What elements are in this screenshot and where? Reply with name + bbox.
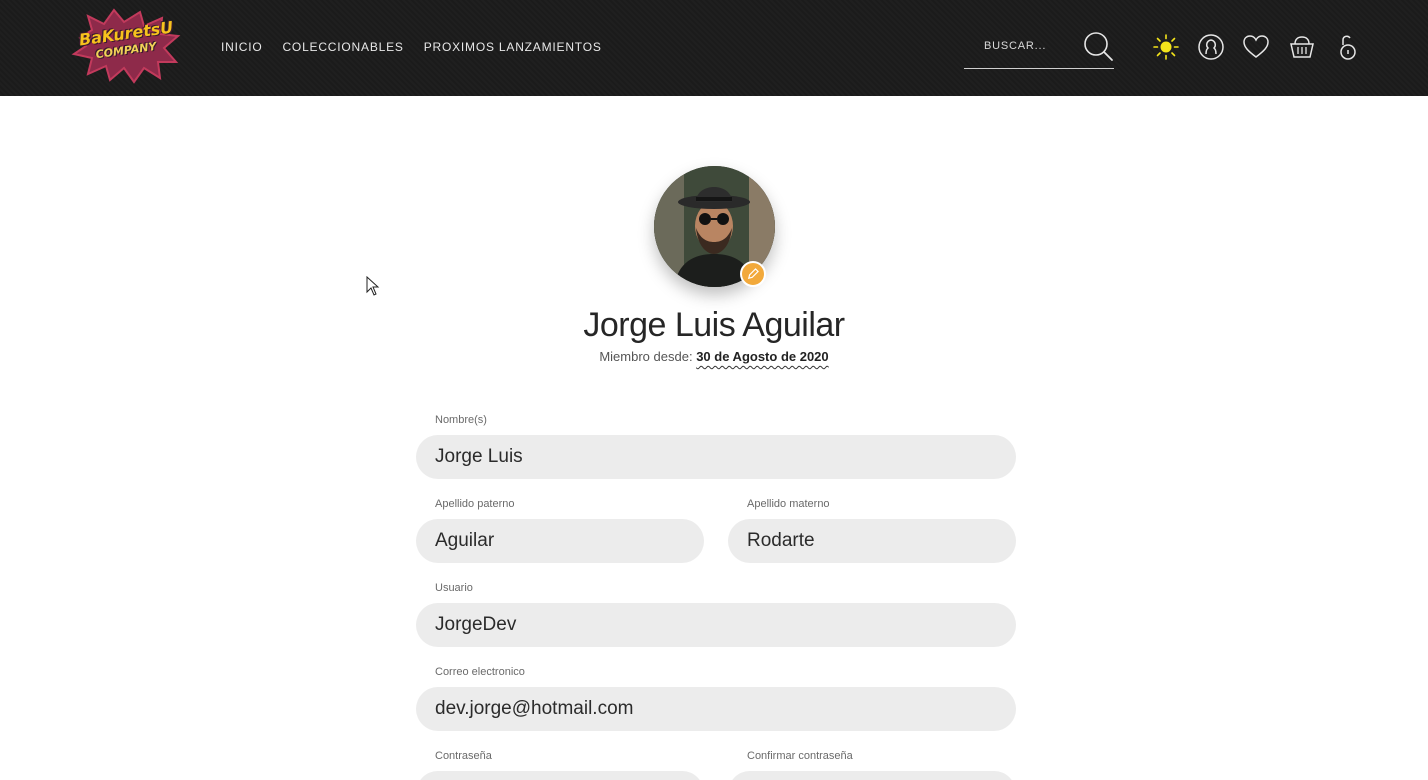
field-contrasena: Contraseña xyxy=(416,750,704,780)
search-input[interactable] xyxy=(984,36,1080,56)
nombre-label: Nombre(s) xyxy=(435,414,487,426)
nav-inicio[interactable]: INICIO xyxy=(221,40,262,54)
apellido-materno-input[interactable] xyxy=(728,519,1016,563)
brand-logo[interactable]: BaKuretsU COMPANY xyxy=(70,8,182,84)
apellido-paterno-input[interactable] xyxy=(416,519,704,563)
field-apellido-paterno: Apellido paterno xyxy=(416,498,704,563)
search-bar xyxy=(964,30,1114,69)
apellido-materno-label: Apellido materno xyxy=(747,498,830,510)
lock-icon[interactable] xyxy=(1334,33,1362,61)
user-icon[interactable] xyxy=(1197,33,1225,61)
top-navbar: BaKuretsU COMPANY INICIO COLECCIONABLES … xyxy=(0,0,1428,96)
field-nombre: Nombre(s) xyxy=(416,414,1016,479)
confirmar-contrasena-label: Confirmar contraseña xyxy=(747,750,853,762)
profile-name: Jorge Luis Aguilar xyxy=(583,306,845,344)
field-correo: Correo electronico xyxy=(416,666,1016,731)
usuario-input[interactable] xyxy=(416,603,1016,647)
nombre-input[interactable] xyxy=(416,435,1016,479)
pencil-icon xyxy=(747,268,759,280)
apellido-paterno-label: Apellido paterno xyxy=(435,498,515,510)
contrasena-label: Contraseña xyxy=(435,750,492,762)
profile-avatar xyxy=(654,166,775,287)
correo-input[interactable] xyxy=(416,687,1016,731)
heart-icon[interactable] xyxy=(1242,33,1270,61)
nav-coleccionables[interactable]: COLECCIONABLES xyxy=(282,40,403,54)
confirmar-contrasena-input[interactable] xyxy=(728,771,1016,780)
sun-icon[interactable] xyxy=(1152,33,1180,61)
member-since: Miembro desde: 30 de Agosto de 2020 xyxy=(0,349,1428,364)
member-since-label: Miembro desde: xyxy=(599,349,693,364)
edit-avatar-button[interactable] xyxy=(740,261,766,287)
member-since-date: 30 de Agosto de 2020 xyxy=(696,349,829,364)
contrasena-input[interactable] xyxy=(416,771,704,780)
usuario-label: Usuario xyxy=(435,582,473,594)
field-apellido-materno: Apellido materno xyxy=(728,498,1016,563)
field-usuario: Usuario xyxy=(416,582,1016,647)
mouse-pointer-icon xyxy=(366,276,380,296)
main-nav: INICIO COLECCIONABLES PROXIMOS LANZAMIEN… xyxy=(221,40,602,54)
search-icon[interactable] xyxy=(1082,30,1114,62)
field-confirmar-contrasena: Confirmar contraseña xyxy=(728,750,1016,780)
nav-proximos-lanzamientos[interactable]: PROXIMOS LANZAMIENTOS xyxy=(424,40,602,54)
correo-label: Correo electronico xyxy=(435,666,525,678)
basket-icon[interactable] xyxy=(1288,33,1316,61)
